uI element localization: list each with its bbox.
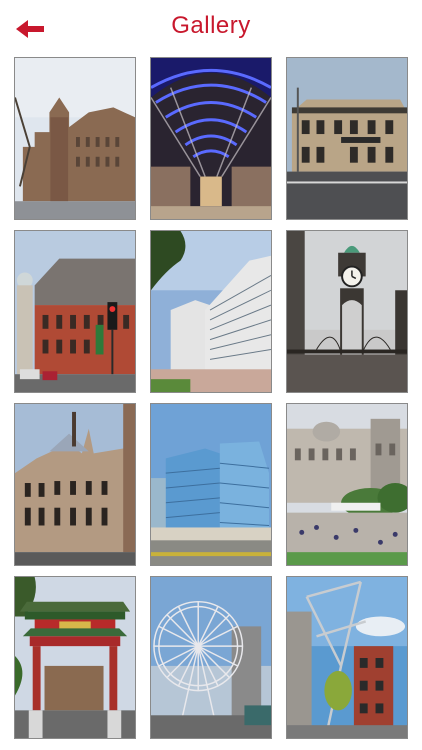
photo-university-gothic-building[interactable]: [14, 57, 136, 220]
photo-chinatown-arch[interactable]: [14, 576, 136, 739]
photo-modern-offices[interactable]: [150, 230, 272, 393]
photo-clock-tower[interactable]: [286, 230, 408, 393]
photo-glass-office-towers[interactable]: [150, 403, 272, 566]
photo-ferris-wheel[interactable]: [150, 576, 272, 739]
photo-modern-sculpture[interactable]: [286, 576, 408, 739]
page-title: Gallery: [171, 12, 251, 39]
photo-blue-lit-arcade[interactable]: [150, 57, 272, 220]
top-bar: Gallery: [0, 0, 422, 52]
photo-woolpack-pub[interactable]: [286, 57, 408, 220]
photo-red-brick-library[interactable]: [14, 230, 136, 393]
photo-town-square[interactable]: [286, 403, 408, 566]
gallery-grid: [14, 57, 408, 739]
photo-victorian-terrace[interactable]: [14, 403, 136, 566]
